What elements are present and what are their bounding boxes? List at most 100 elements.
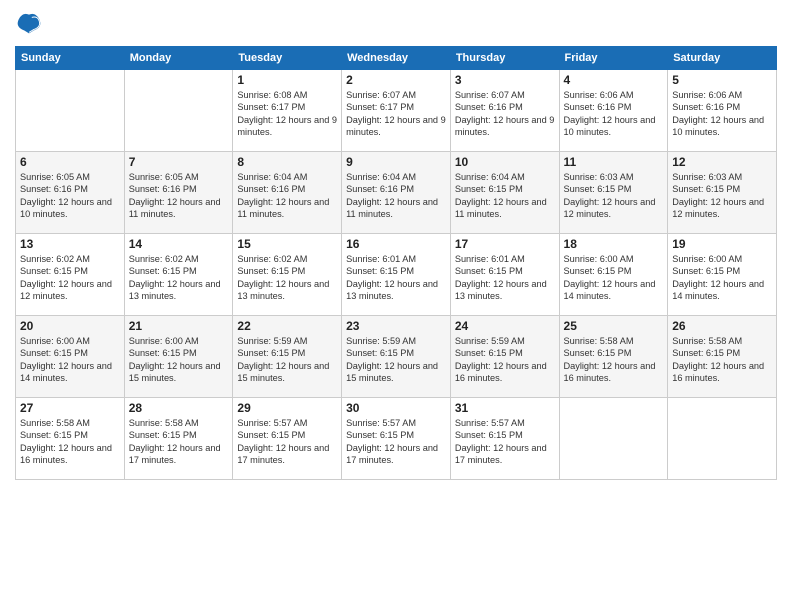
day-number: 22 xyxy=(237,319,337,333)
day-info: Sunrise: 6:00 AM Sunset: 6:15 PM Dayligh… xyxy=(20,335,120,385)
column-header-tuesday: Tuesday xyxy=(233,47,342,70)
calendar-cell: 1 Sunrise: 6:08 AM Sunset: 6:17 PM Daylig… xyxy=(233,70,342,152)
calendar-cell xyxy=(124,70,233,152)
calendar-cell: 20Sunrise: 6:00 AM Sunset: 6:15 PM Dayli… xyxy=(16,316,125,398)
calendar-cell: 3 Sunrise: 6:07 AM Sunset: 6:16 PM Daylig… xyxy=(450,70,559,152)
day-number: 25 xyxy=(564,319,664,333)
day-number: 7 xyxy=(129,155,229,169)
calendar-cell: 19 Sunrise: 6:00 AM Sunset: 6:15 PM Dayli… xyxy=(668,234,777,316)
calendar-cell: 23Sunrise: 5:59 AM Sunset: 6:15 PM Dayli… xyxy=(342,316,451,398)
day-info: Sunrise: 6:02 AM Sunset: 6:15 PM Dayligh… xyxy=(20,253,120,303)
header-row: SundayMondayTuesdayWednesdayThursdayFrid… xyxy=(16,47,777,70)
calendar-cell: 27Sunrise: 5:58 AM Sunset: 6:15 PM Dayli… xyxy=(16,398,125,480)
week-row-5: 27 Sunrise: 5:58 AM Sunset: 6:15 PM Dayli… xyxy=(16,398,777,480)
calendar-cell: 6Sunrise: 6:05 AM Sunset: 6:16 PM Daylig… xyxy=(16,152,125,234)
day-info: Sunrise: 6:06 AM Sunset: 6:16 PM Dayligh… xyxy=(564,89,664,139)
column-header-monday: Monday xyxy=(124,47,233,70)
calendar-cell: 10Sunrise: 6:04 AM Sunset: 6:15 PM Dayli… xyxy=(450,152,559,234)
day-number: 18 xyxy=(564,237,664,251)
column-header-saturday: Saturday xyxy=(668,47,777,70)
day-info: Sunrise: 5:59 AM Sunset: 6:15 PM Dayligh… xyxy=(237,335,337,385)
calendar-cell xyxy=(668,398,777,480)
day-number: 2 xyxy=(346,73,446,87)
day-info: Sunrise: 6:07 AM Sunset: 6:17 PM Dayligh… xyxy=(346,89,446,139)
calendar-cell: 16 Sunrise: 6:01 AM Sunset: 6:15 PM Dayli… xyxy=(342,234,451,316)
day-info: Sunrise: 5:58 AM Sunset: 6:15 PM Dayligh… xyxy=(129,417,229,467)
calendar-cell: 26 Sunrise: 5:58 AM Sunset: 6:15 PM Dayli… xyxy=(668,316,777,398)
calendar-cell xyxy=(16,70,125,152)
day-info: Sunrise: 5:59 AM Sunset: 6:15 PM Dayligh… xyxy=(346,335,446,385)
day-number: 21 xyxy=(129,319,229,333)
day-info: Sunrise: 6:06 AM Sunset: 6:16 PM Dayligh… xyxy=(672,89,772,139)
calendar-cell: 25 Sunrise: 5:58 AM Sunset: 6:15 PM Dayli… xyxy=(559,316,668,398)
calendar-cell: 9Sunrise: 6:04 AM Sunset: 6:16 PM Daylig… xyxy=(342,152,451,234)
calendar-cell xyxy=(559,398,668,480)
calendar-cell: 2 Sunrise: 6:07 AM Sunset: 6:17 PM Daylig… xyxy=(342,70,451,152)
calendar-cell: 5 Sunrise: 6:06 AM Sunset: 6:16 PM Daylig… xyxy=(668,70,777,152)
day-number: 16 xyxy=(346,237,446,251)
day-number: 5 xyxy=(672,73,772,87)
column-header-wednesday: Wednesday xyxy=(342,47,451,70)
day-number: 17 xyxy=(455,237,555,251)
column-header-thursday: Thursday xyxy=(450,47,559,70)
calendar-cell: 15 Sunrise: 6:02 AM Sunset: 6:15 PM Dayli… xyxy=(233,234,342,316)
day-number: 8 xyxy=(237,155,337,169)
calendar-cell: 17 Sunrise: 6:01 AM Sunset: 6:15 PM Dayli… xyxy=(450,234,559,316)
day-info: Sunrise: 6:02 AM Sunset: 6:15 PM Dayligh… xyxy=(237,253,337,303)
day-info: Sunrise: 6:04 AM Sunset: 6:16 PM Dayligh… xyxy=(346,171,446,221)
day-info: Sunrise: 6:00 AM Sunset: 6:15 PM Dayligh… xyxy=(672,253,772,303)
day-info: Sunrise: 6:04 AM Sunset: 6:15 PM Dayligh… xyxy=(455,171,555,221)
week-row-2: 6Sunrise: 6:05 AM Sunset: 6:16 PM Daylig… xyxy=(16,152,777,234)
day-number: 31 xyxy=(455,401,555,415)
day-info: Sunrise: 6:03 AM Sunset: 6:15 PM Dayligh… xyxy=(564,171,664,221)
day-number: 27 xyxy=(20,401,120,415)
day-info: Sunrise: 6:01 AM Sunset: 6:15 PM Dayligh… xyxy=(455,253,555,303)
day-number: 12 xyxy=(672,155,772,169)
day-number: 15 xyxy=(237,237,337,251)
calendar-cell: 12 Sunrise: 6:03 AM Sunset: 6:15 PM Dayli… xyxy=(668,152,777,234)
day-info: Sunrise: 5:58 AM Sunset: 6:15 PM Dayligh… xyxy=(672,335,772,385)
calendar-cell: 31 Sunrise: 5:57 AM Sunset: 6:15 PM Dayli… xyxy=(450,398,559,480)
day-number: 19 xyxy=(672,237,772,251)
calendar-cell: 11 Sunrise: 6:03 AM Sunset: 6:15 PM Dayli… xyxy=(559,152,668,234)
day-info: Sunrise: 5:58 AM Sunset: 6:15 PM Dayligh… xyxy=(564,335,664,385)
day-info: Sunrise: 5:57 AM Sunset: 6:15 PM Dayligh… xyxy=(237,417,337,467)
day-number: 4 xyxy=(564,73,664,87)
day-number: 14 xyxy=(129,237,229,251)
day-number: 1 xyxy=(237,73,337,87)
day-info: Sunrise: 5:57 AM Sunset: 6:15 PM Dayligh… xyxy=(455,417,555,467)
page: SundayMondayTuesdayWednesdayThursdayFrid… xyxy=(0,0,792,612)
logo xyxy=(15,10,47,38)
week-row-4: 20Sunrise: 6:00 AM Sunset: 6:15 PM Dayli… xyxy=(16,316,777,398)
calendar-cell: 28 Sunrise: 5:58 AM Sunset: 6:15 PM Dayli… xyxy=(124,398,233,480)
day-info: Sunrise: 6:00 AM Sunset: 6:15 PM Dayligh… xyxy=(129,335,229,385)
day-info: Sunrise: 6:02 AM Sunset: 6:15 PM Dayligh… xyxy=(129,253,229,303)
day-number: 11 xyxy=(564,155,664,169)
day-number: 26 xyxy=(672,319,772,333)
calendar-cell: 21 Sunrise: 6:00 AM Sunset: 6:15 PM Dayli… xyxy=(124,316,233,398)
day-number: 28 xyxy=(129,401,229,415)
day-info: Sunrise: 6:03 AM Sunset: 6:15 PM Dayligh… xyxy=(672,171,772,221)
day-number: 29 xyxy=(237,401,337,415)
day-number: 13 xyxy=(20,237,120,251)
column-header-sunday: Sunday xyxy=(16,47,125,70)
day-info: Sunrise: 6:01 AM Sunset: 6:15 PM Dayligh… xyxy=(346,253,446,303)
day-info: Sunrise: 6:07 AM Sunset: 6:16 PM Dayligh… xyxy=(455,89,555,139)
day-info: Sunrise: 6:08 AM Sunset: 6:17 PM Dayligh… xyxy=(237,89,337,139)
calendar-cell: 13 Sunrise: 6:02 AM Sunset: 6:15 PM Dayli… xyxy=(16,234,125,316)
day-info: Sunrise: 6:04 AM Sunset: 6:16 PM Dayligh… xyxy=(237,171,337,221)
week-row-3: 13 Sunrise: 6:02 AM Sunset: 6:15 PM Dayli… xyxy=(16,234,777,316)
day-number: 6 xyxy=(20,155,120,169)
calendar-cell: 24Sunrise: 5:59 AM Sunset: 6:15 PM Dayli… xyxy=(450,316,559,398)
day-info: Sunrise: 6:00 AM Sunset: 6:15 PM Dayligh… xyxy=(564,253,664,303)
calendar-table: SundayMondayTuesdayWednesdayThursdayFrid… xyxy=(15,46,777,480)
day-number: 3 xyxy=(455,73,555,87)
day-info: Sunrise: 5:57 AM Sunset: 6:15 PM Dayligh… xyxy=(346,417,446,467)
calendar-cell: 18 Sunrise: 6:00 AM Sunset: 6:15 PM Dayli… xyxy=(559,234,668,316)
column-header-friday: Friday xyxy=(559,47,668,70)
calendar-cell: 29 Sunrise: 5:57 AM Sunset: 6:15 PM Dayli… xyxy=(233,398,342,480)
calendar-cell: 14 Sunrise: 6:02 AM Sunset: 6:15 PM Dayli… xyxy=(124,234,233,316)
calendar-cell: 4 Sunrise: 6:06 AM Sunset: 6:16 PM Daylig… xyxy=(559,70,668,152)
calendar-cell: 30Sunrise: 5:57 AM Sunset: 6:15 PM Dayli… xyxy=(342,398,451,480)
logo-icon xyxy=(15,10,43,38)
